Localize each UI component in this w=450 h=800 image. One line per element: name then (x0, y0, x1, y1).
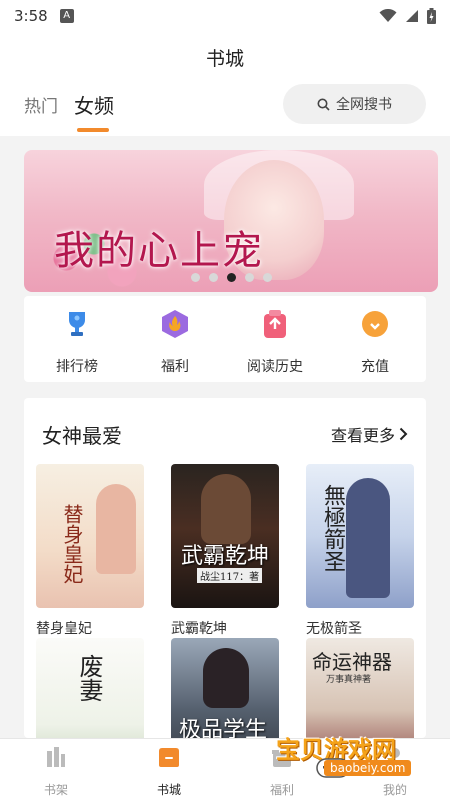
tab-hot[interactable]: 热门 (24, 92, 58, 117)
quick-link-label: 福利 (161, 359, 189, 375)
book-title: 替身皇妃 (36, 621, 92, 637)
book-card[interactable]: 無極箭圣 无极箭圣 (306, 464, 414, 638)
section-title: 女神最爱 (42, 424, 122, 448)
book-title: 武霸乾坤 (171, 621, 227, 637)
bookshelf-icon (47, 747, 65, 767)
banner-dot[interactable] (262, 273, 272, 282)
quick-link-welfare[interactable]: 福利 (130, 308, 220, 376)
trophy-icon (69, 312, 85, 336)
cover-title: 替身皇妃 (60, 504, 84, 584)
see-more-label: 查看更多 (330, 426, 395, 445)
book-card[interactable]: 武霸乾坤 战尘117：著 武霸乾坤 (171, 464, 279, 638)
book-card[interactable]: 命运神器 万事真神著 (306, 638, 414, 738)
see-more-link[interactable]: 查看更多 (331, 422, 408, 446)
cover-author: 万事真神著 (326, 675, 372, 685)
banner-pagination (24, 273, 438, 282)
header: 书城 热门 女频 全网搜书 (0, 32, 450, 136)
quick-link-label: 排行榜 (56, 359, 98, 375)
tab-label: 我的 (382, 783, 407, 797)
chevron-right-icon (399, 427, 408, 441)
tab-bookshelf[interactable]: 书架 (16, 745, 96, 798)
book-card[interactable]: 废妻 (36, 638, 144, 738)
status-bar: 3:58 A (0, 0, 450, 32)
favorites-section: 女神最爱 查看更多 替身皇妃 替身皇妃 武霸乾坤 战尘117：著 武霸乾坤 無極… (24, 398, 426, 738)
status-right (379, 8, 436, 24)
signal-icon (406, 10, 418, 22)
search-button[interactable]: 全网搜书 (283, 84, 426, 124)
page-title: 书城 (205, 48, 244, 70)
cover-title: 极品学生 (179, 718, 268, 738)
notification-app-icon: A (59, 9, 74, 23)
quick-links-panel: 排行榜 福利 阅读历史 充值 (24, 296, 426, 382)
tab-label: 书架 (43, 783, 68, 797)
banner-dot[interactable] (208, 273, 218, 282)
cover-figure (201, 474, 251, 544)
wifi-icon (379, 9, 397, 22)
book-card[interactable]: 极品学生 (171, 638, 279, 738)
active-tab-indicator (77, 128, 109, 132)
tab-bookstore[interactable]: 书城 (129, 745, 209, 798)
watermark-url: baobeiy.com (324, 760, 412, 776)
watermark: 宝贝游戏网 baobeiy.com (270, 730, 440, 782)
cover-title: 武霸乾坤 (181, 544, 270, 569)
book-title: 无极箭圣 (306, 621, 362, 637)
history-icon (264, 310, 286, 338)
book-cover: 命运神器 万事真神著 (306, 638, 414, 738)
quick-link-history[interactable]: 阅读历史 (230, 308, 320, 376)
cover-title: 命运神器 (312, 650, 392, 674)
quick-link-label: 阅读历史 (247, 359, 303, 375)
cover-figure (346, 478, 390, 598)
search-label: 全网搜书 (336, 97, 392, 113)
gift-icon (162, 310, 188, 338)
quick-link-label: 充值 (361, 359, 389, 375)
cover-author: 战尘117：著 (197, 568, 263, 583)
battery-icon (427, 8, 436, 24)
book-cover: 替身皇妃 (36, 464, 144, 608)
tab-label: 书城 (156, 783, 181, 797)
quick-link-recharge[interactable]: 充值 (330, 308, 420, 376)
banner-dot-active[interactable] (226, 273, 236, 282)
tab-label: 福利 (269, 783, 294, 797)
status-time: 3:58 (14, 7, 48, 25)
search-icon (317, 98, 330, 111)
book-cover: 武霸乾坤 战尘117：著 (171, 464, 279, 608)
banner-title: 我的心上宠 (54, 228, 264, 274)
cover-figure (203, 648, 249, 708)
book-cover: 极品学生 (171, 638, 279, 738)
book-card[interactable]: 替身皇妃 替身皇妃 (36, 464, 144, 638)
bookstore-icon (159, 748, 179, 767)
tab-female[interactable]: 女频 (74, 90, 114, 119)
promo-banner[interactable]: 我的心上宠 (24, 150, 438, 292)
quick-link-ranking[interactable]: 排行榜 (32, 308, 122, 376)
cover-figure (96, 484, 136, 574)
cover-title: 無極箭圣 (320, 484, 345, 572)
banner-dot[interactable] (244, 273, 254, 282)
book-cover: 废妻 (36, 638, 144, 738)
book-cover: 無極箭圣 (306, 464, 414, 608)
recharge-icon (362, 311, 388, 337)
cover-title: 废妻 (75, 654, 103, 702)
banner-dot[interactable] (190, 273, 200, 282)
